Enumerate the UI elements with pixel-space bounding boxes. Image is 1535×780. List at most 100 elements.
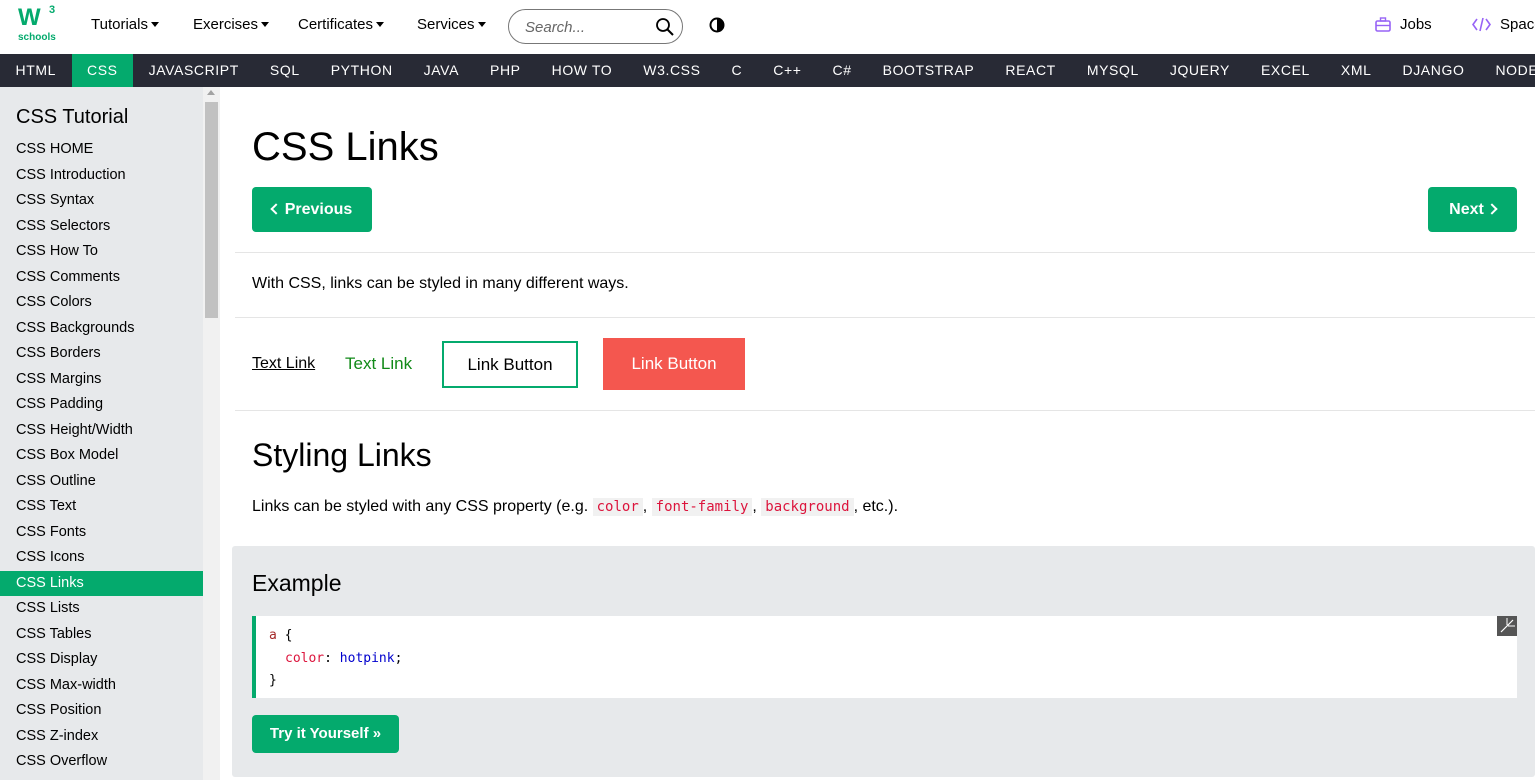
sidebar-item-css-how-to[interactable]: CSS How To bbox=[0, 239, 203, 265]
main-content: CSS Links Previous Next With CSS, links … bbox=[220, 87, 1535, 780]
code-font-family: font-family bbox=[651, 498, 753, 516]
exercises-label: Exercises bbox=[193, 16, 259, 33]
services-menu[interactable]: Services bbox=[417, 16, 486, 33]
page-title: CSS Links bbox=[252, 125, 439, 169]
sidebar-item-css-lists[interactable]: CSS Lists bbox=[0, 596, 203, 622]
sidebar: CSS Tutorial CSS HOME CSS Introduction CSS… bbox=[0, 87, 203, 780]
subnav-item-jquery[interactable]: JQUERY bbox=[1154, 54, 1245, 87]
scroll-up-arrow-icon[interactable] bbox=[207, 90, 215, 95]
sidebar-title: CSS Tutorial bbox=[16, 106, 129, 128]
sidebar-item-css-outline[interactable]: CSS Outline bbox=[0, 469, 203, 495]
sidebar-item-css-max-width[interactable]: CSS Max-width bbox=[0, 673, 203, 699]
subnav-item-excel[interactable]: EXCEL bbox=[1245, 54, 1325, 87]
sidebar-item-css-position[interactable]: CSS Position bbox=[0, 698, 203, 724]
sidebar-item-css-display[interactable]: CSS Display bbox=[0, 647, 203, 673]
code-line: } bbox=[269, 670, 1517, 693]
subnav-item-nodejs[interactable]: NODEJS bbox=[1480, 54, 1535, 87]
code-property: color bbox=[285, 650, 325, 666]
logo-sup: 3 bbox=[49, 4, 56, 16]
subnav-item-php[interactable]: PHP bbox=[475, 54, 537, 87]
sidebar-item-css-syntax[interactable]: CSS Syntax bbox=[0, 188, 203, 214]
exercises-menu[interactable]: Exercises bbox=[193, 16, 270, 33]
demo-link-button-red[interactable]: Link Button bbox=[603, 338, 745, 390]
top-bar: W 3 schools Tutorials Exercises Certific… bbox=[0, 0, 1535, 54]
chevron-right-icon bbox=[1486, 203, 1498, 215]
sidebar-item-css-borders[interactable]: CSS Borders bbox=[0, 341, 203, 367]
code-value: hotpink bbox=[339, 650, 395, 666]
expand-icon[interactable] bbox=[1497, 616, 1517, 636]
certificates-menu[interactable]: Certificates bbox=[298, 16, 385, 33]
caret-down-icon bbox=[477, 22, 486, 27]
desc-text: Links can be styled with any CSS propert… bbox=[252, 498, 593, 515]
subnav-item-java[interactable]: JAVA bbox=[408, 54, 474, 87]
sidebar-item-css-home[interactable]: CSS HOME bbox=[0, 137, 203, 163]
intro-text: With CSS, links can be styled in many di… bbox=[252, 275, 629, 292]
sidebar-item-css-fonts[interactable]: CSS Fonts bbox=[0, 520, 203, 546]
subject-navbar: HTML CSS JAVASCRIPT SQL PYTHON JAVA PHP HOW TO W… bbox=[0, 54, 1535, 87]
sidebar-item-css-box-model[interactable]: CSS Box Model bbox=[0, 443, 203, 469]
tutorials-label: Tutorials bbox=[91, 16, 148, 33]
sidebar-item-css-text[interactable]: CSS Text bbox=[0, 494, 203, 520]
code-color: color bbox=[592, 498, 643, 516]
subnav-item-w3-css[interactable]: W3.CSS bbox=[628, 54, 716, 87]
caret-down-icon bbox=[150, 22, 159, 27]
spaces-label: Spaces bbox=[1500, 16, 1535, 33]
jobs-label: Jobs bbox=[1400, 16, 1432, 33]
subnav-item-sql[interactable]: SQL bbox=[254, 54, 315, 87]
logo-sub: schools bbox=[18, 32, 56, 43]
dark-mode-toggle-icon[interactable] bbox=[709, 17, 725, 33]
tutorials-menu[interactable]: Tutorials bbox=[91, 16, 159, 33]
subnav-item-css[interactable]: CSS bbox=[71, 54, 134, 87]
divider bbox=[235, 410, 1535, 411]
search-icon[interactable] bbox=[655, 17, 675, 37]
sidebar-item-css-icons[interactable]: CSS Icons bbox=[0, 545, 203, 571]
sidebar-item-css-height-width[interactable]: CSS Height/Width bbox=[0, 418, 203, 444]
subnav-item-xml[interactable]: XML bbox=[1325, 54, 1387, 87]
sidebar-item-css-selectors[interactable]: CSS Selectors bbox=[0, 214, 203, 240]
code-icon bbox=[1472, 17, 1491, 32]
code-selector: a bbox=[269, 628, 277, 643]
section-title: Styling Links bbox=[252, 437, 432, 473]
previous-button[interactable]: Previous bbox=[252, 187, 372, 232]
sidebar-item-css-margins[interactable]: CSS Margins bbox=[0, 367, 203, 393]
subnav-item-javascript[interactable]: JAVASCRIPT bbox=[133, 54, 254, 87]
sidebar-item-css-backgrounds[interactable]: CSS Backgrounds bbox=[0, 316, 203, 342]
subnav-item-react[interactable]: REACT bbox=[990, 54, 1071, 87]
subnav-item-c-[interactable]: C++ bbox=[758, 54, 817, 87]
next-button[interactable]: Next bbox=[1428, 187, 1517, 232]
search-input[interactable] bbox=[525, 17, 650, 37]
subnav-item-bootstrap[interactable]: BOOTSTRAP bbox=[867, 54, 990, 87]
sidebar-item-css-introduction[interactable]: CSS Introduction bbox=[0, 163, 203, 189]
code-brace: { bbox=[276, 628, 293, 643]
divider bbox=[235, 317, 1535, 318]
certificates-label: Certificates bbox=[298, 16, 374, 33]
try-it-yourself-button[interactable]: Try it Yourself » bbox=[252, 715, 399, 753]
code-brace: } bbox=[269, 673, 277, 688]
sidebar-item-css-comments[interactable]: CSS Comments bbox=[0, 265, 203, 291]
briefcase-icon bbox=[1375, 17, 1391, 32]
caret-down-icon bbox=[376, 22, 385, 27]
spaces-link[interactable]: Spaces bbox=[1472, 16, 1535, 33]
subnav-item-c[interactable]: C bbox=[716, 54, 758, 87]
sidebar-item-css-padding[interactable]: CSS Padding bbox=[0, 392, 203, 418]
sidebar-item-css-links[interactable]: CSS Links bbox=[0, 570, 203, 596]
subnav-item-c-[interactable]: C# bbox=[817, 54, 867, 87]
demo-text-link-underlined[interactable]: Text Link bbox=[252, 355, 315, 373]
sidebar-scrollbar[interactable] bbox=[203, 87, 220, 780]
sidebar-item-css-z-index[interactable]: CSS Z-index bbox=[0, 724, 203, 750]
scrollbar-thumb[interactable] bbox=[205, 102, 218, 318]
sidebar-item-css-overflow[interactable]: CSS Overflow bbox=[0, 749, 203, 775]
code-background: background bbox=[761, 498, 854, 516]
chevron-left-icon bbox=[270, 203, 282, 215]
sidebar-item-css-tables[interactable]: CSS Tables bbox=[0, 622, 203, 648]
subnav-item-django[interactable]: DJANGO bbox=[1387, 54, 1480, 87]
subnav-item-python[interactable]: PYTHON bbox=[315, 54, 408, 87]
subnav-item-how-to[interactable]: HOW TO bbox=[536, 54, 628, 87]
demo-link-button-outline[interactable]: Link Button bbox=[442, 341, 578, 388]
demo-text-link-green[interactable]: Text Link bbox=[345, 354, 412, 374]
subnav-item-html[interactable]: HTML bbox=[0, 54, 72, 87]
sidebar-item-css-colors[interactable]: CSS Colors bbox=[0, 290, 203, 316]
jobs-link[interactable]: Jobs bbox=[1375, 16, 1432, 33]
subnav-item-mysql[interactable]: MYSQL bbox=[1071, 54, 1154, 87]
w3schools-logo[interactable]: W 3 schools bbox=[16, 4, 60, 46]
